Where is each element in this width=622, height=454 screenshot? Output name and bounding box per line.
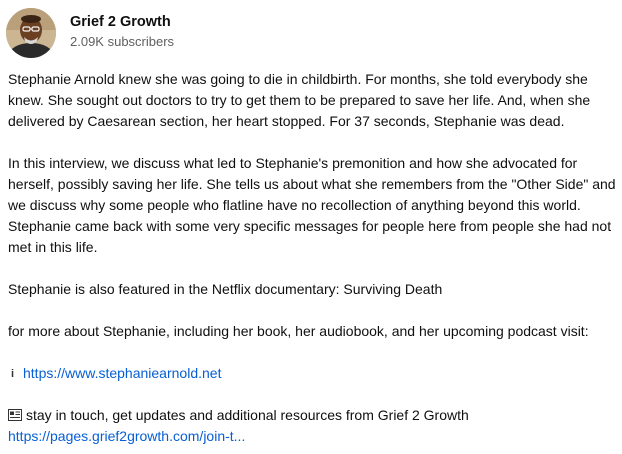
channel-name[interactable]: Grief 2 Growth [70,12,174,32]
description-paragraph-4: for more about Stephanie, including her … [8,321,618,342]
description-line: met in this life. [8,239,98,255]
description-text: Stephanie Arnold knew she was going to d… [8,69,618,447]
subscriber-count: 2.09K subscribers [70,33,175,49]
description-line: we discuss why some people who flatline … [8,197,581,213]
video-description-panel: Grief 2 Growth 2.09K subscribers Stephan… [0,0,622,454]
description-paragraph-3: Stephanie is also featured in the Netfli… [8,279,618,300]
newsletter-link[interactable]: https://pages.grief2growth.com/join-t... [8,426,618,447]
description-line: In this interview, we discuss what led t… [8,155,578,171]
description-paragraph-1: Stephanie Arnold knew she was going to d… [8,69,618,132]
channel-info: Grief 2 Growth 2.09K subscribers [70,14,175,51]
description-line: delivered by Caesarean section, her hear… [8,113,565,129]
description-line: knew. She sought out doctors to try to g… [8,92,591,108]
info-icon: i [11,367,15,380]
website-link[interactable]: https://www.stephaniearnold.net [23,363,221,384]
description-line: herself, possibly saving her life. She t… [8,176,616,192]
channel-header: Grief 2 Growth 2.09K subscribers [6,8,174,58]
newsletter-block: stay in touch, get updates and additiona… [8,405,618,447]
newsletter-line: stay in touch, get updates and additiona… [8,405,618,426]
website-link-row: i https://www.stephaniearnold.net [8,363,618,384]
description-paragraph-2: In this interview, we discuss what led t… [8,153,618,258]
channel-avatar[interactable] [6,8,56,58]
newspaper-icon [8,409,22,421]
description-line: Stephanie came back with some very speci… [8,218,612,234]
description-line: Stephanie Arnold knew she was going to d… [8,71,588,87]
avatar-portrait-icon [6,8,56,58]
description-line: for more about Stephanie, including her … [8,323,589,339]
newsletter-text: stay in touch, get updates and additiona… [26,407,469,423]
description-line: Stephanie is also featured in the Netfli… [8,281,443,297]
